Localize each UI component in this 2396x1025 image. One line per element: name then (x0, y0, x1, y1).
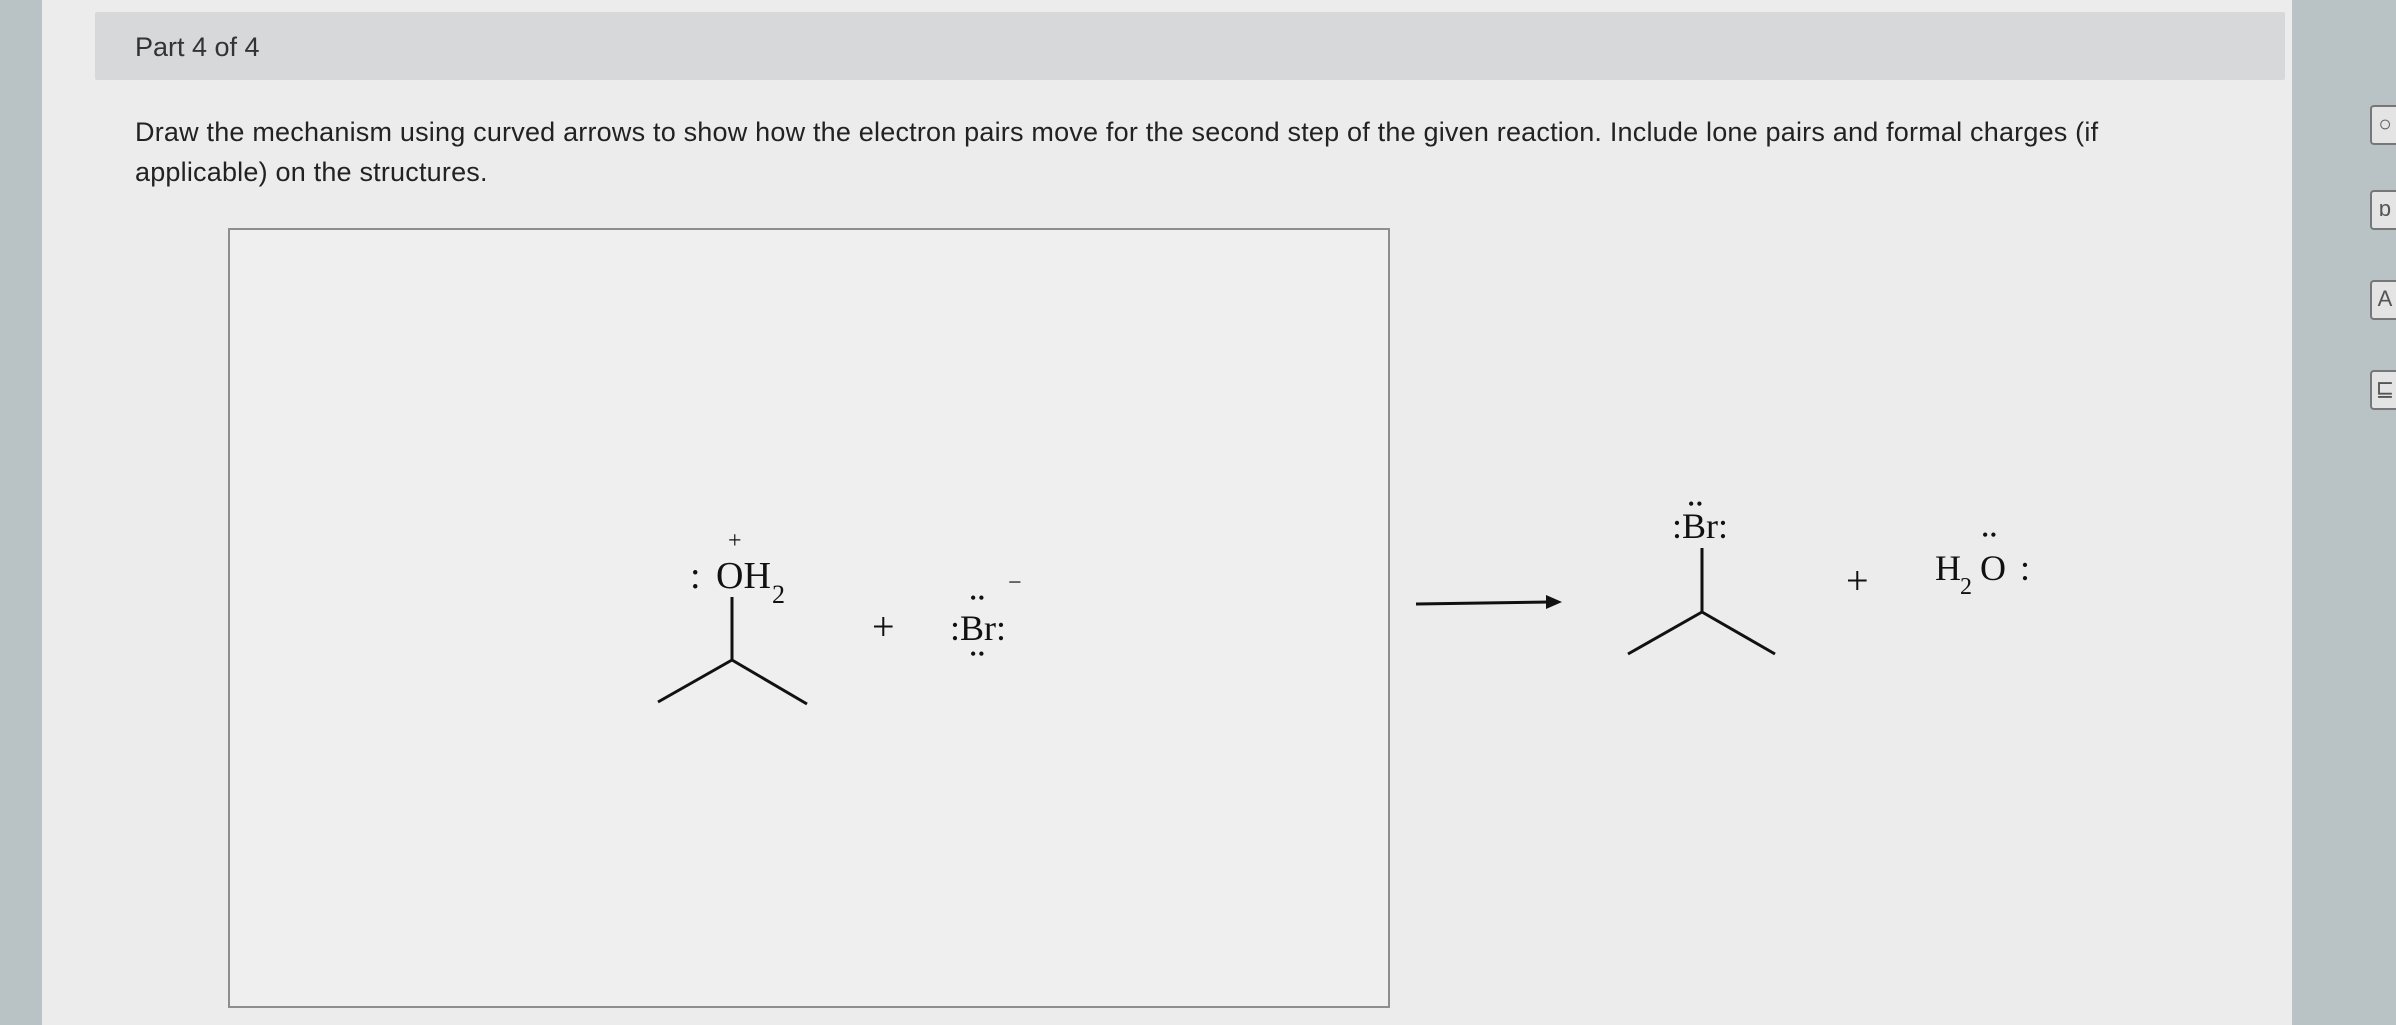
water-h: H (1935, 548, 1961, 588)
bromide-charge: − (1008, 570, 1022, 596)
oxonium-subscript: 2 (772, 580, 785, 609)
water-lone-pair: : (2020, 548, 2030, 588)
circle-icon[interactable]: ○ (2370, 105, 2396, 145)
bromide-top-dots: •• (970, 588, 987, 608)
text-tool-icon[interactable]: A (2370, 280, 2396, 320)
water-o: O (1980, 548, 2006, 588)
oxonium-ion[interactable]: + : OH 2 (657, 528, 808, 706)
water-top-dots: •• (1982, 525, 1999, 545)
product-right-bond (1701, 610, 1776, 656)
bromide-bottom-dots: •• (970, 644, 987, 664)
oxonium-charge: + (728, 528, 742, 554)
bromide-ion[interactable]: •• :Br: •• − (950, 570, 1022, 664)
product-left-bond (1627, 610, 1703, 656)
bromide-label: :Br: (950, 608, 1006, 648)
arrow-tool-icon[interactable]: ɒ (2370, 190, 2396, 230)
oxonium-right-bond (731, 658, 808, 706)
reaction-scheme: + : OH 2 + •• :Br: •• − •• :Br: + •• H 2… (657, 494, 2030, 706)
reaction-arrow (1415, 595, 1562, 609)
template-tool-icon[interactable]: ⊑ (2370, 370, 2396, 410)
water-molecule[interactable]: •• H 2 O : (1935, 525, 2030, 600)
alkyl-bromide-label: :Br: (1672, 506, 1728, 546)
oxonium-label: OH (716, 555, 771, 597)
drawing-toolbar: ○ ɒ A ⊑ (2340, 80, 2396, 440)
oxonium-left-bond (657, 658, 733, 704)
reactant-plus: + (872, 604, 895, 649)
oxonium-lone-pair: : (690, 555, 701, 597)
product-plus: + (1846, 558, 1869, 603)
alkyl-bromide[interactable]: •• :Br: (1627, 494, 1776, 656)
water-subscript: 2 (1960, 574, 1972, 600)
